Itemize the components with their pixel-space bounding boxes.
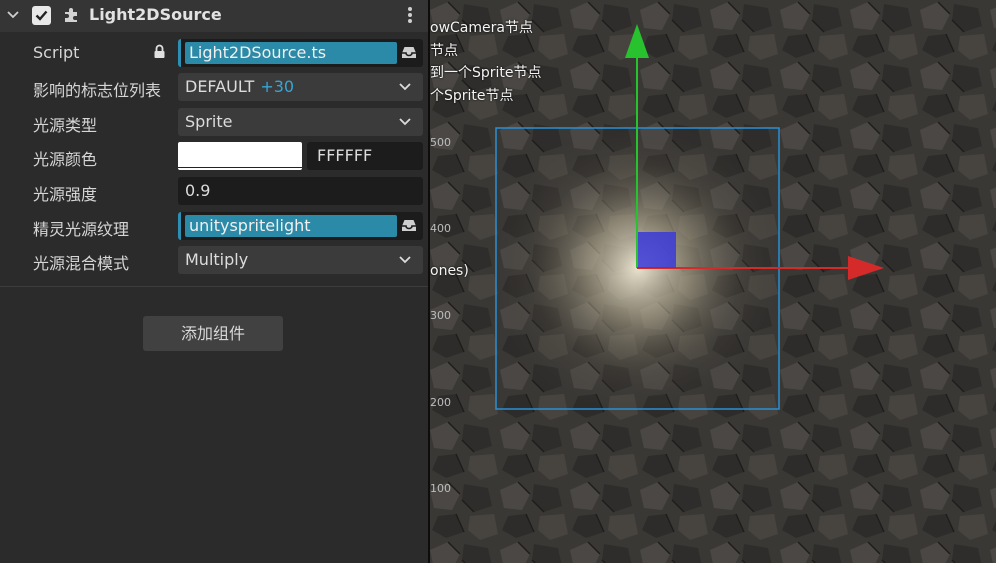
tray-icon[interactable] [401, 45, 417, 59]
component-title: Light2DSource [89, 5, 222, 24]
sprite-texture-label: 精灵光源纹理 [33, 220, 130, 239]
light-color-swatch[interactable] [178, 142, 302, 170]
script-label: Script [33, 43, 80, 62]
scene-overlay-line: 个Sprite节点 [430, 88, 514, 104]
script-asset-value: Light2DSource.ts [185, 42, 397, 64]
lock-icon [154, 44, 165, 58]
layers-extra-count: +30 [260, 77, 295, 96]
move-gizmo-center[interactable] [638, 232, 676, 268]
axis-tick-label: 500 [430, 136, 451, 149]
scene-overlay-line: 到一个Sprite节点 [430, 65, 542, 81]
light-color-hex-field[interactable]: FFFFFF [307, 142, 423, 170]
axis-tick-label: 300 [430, 309, 451, 322]
light-type-value: Sprite [185, 112, 233, 131]
blend-mode-value: Multiply [185, 250, 249, 269]
tray-icon[interactable] [401, 218, 417, 232]
sprite-texture-field[interactable]: unityspritelight [178, 212, 423, 240]
layers-select[interactable]: DEFAULT +30 [178, 73, 423, 101]
layers-label: 影响的标志位列表 [33, 81, 162, 100]
axis-tick-label: 100 [430, 482, 451, 495]
sprite-texture-value: unityspritelight [185, 215, 397, 237]
blend-mode-select[interactable]: Multiply [178, 246, 423, 274]
chevron-down-icon [399, 118, 411, 126]
chevron-down-icon [399, 83, 411, 91]
axis-tick-label: 200 [430, 396, 451, 409]
scene-overlay-line: owCamera节点 [430, 20, 533, 36]
section-divider [0, 286, 428, 287]
chevron-down-icon[interactable] [6, 8, 20, 22]
scene-partial-text: ones) [430, 263, 469, 279]
intensity-label: 光源强度 [33, 185, 98, 204]
more-options-icon[interactable] [403, 6, 417, 26]
puzzle-icon [65, 8, 77, 22]
light-color-hex-value: FFFFFF [317, 146, 373, 165]
add-component-button[interactable]: 添加组件 [143, 316, 283, 351]
light-type-select[interactable]: Sprite [178, 108, 423, 136]
component-enabled-checkbox[interactable] [32, 6, 51, 25]
scene-overlay-line: 节点 [430, 43, 458, 59]
blend-mode-label: 光源混合模式 [33, 254, 130, 273]
axis-tick-label: 400 [430, 222, 451, 235]
intensity-input[interactable]: 0.9 [178, 177, 423, 205]
intensity-value: 0.9 [185, 181, 211, 200]
script-field[interactable]: Light2DSource.ts [178, 39, 423, 67]
light-type-label: 光源类型 [33, 116, 98, 135]
check-icon [35, 10, 48, 21]
chevron-down-icon [399, 256, 411, 264]
inspector-panel: Light2DSource Script Light2DSource.ts 影响… [0, 0, 428, 563]
scene-canvas [430, 0, 996, 563]
layers-value: DEFAULT +30 [185, 77, 295, 96]
scene-viewport[interactable]: owCamera节点 节点 到一个Sprite节点 个Sprite节点 ones… [430, 0, 996, 563]
component-header[interactable]: Light2DSource [0, 0, 428, 32]
light-color-label: 光源颜色 [33, 150, 98, 169]
